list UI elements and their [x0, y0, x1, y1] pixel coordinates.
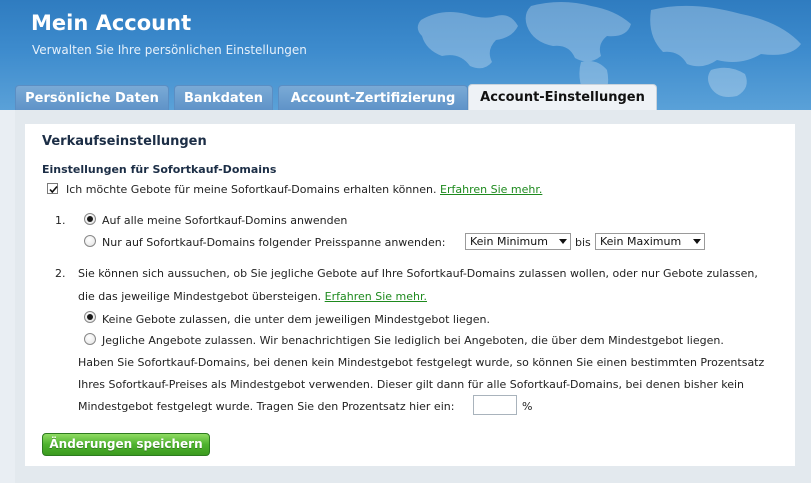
price-range-label: Nur auf Sofortkauf-Domains folgender Pre… [102, 236, 446, 249]
percentage-input[interactable] [473, 395, 517, 415]
option-2-description-line2: die das jeweilige Mindestgebot übersteig… [78, 290, 427, 303]
percent-sign: % [522, 400, 533, 413]
tab-account-zertifizierung[interactable]: Account-Zertifizierung [278, 85, 468, 110]
tab-account-einstellungen[interactable]: Account-Einstellungen [468, 84, 657, 111]
learn-more-link-1[interactable]: Erfahren Sie mehr. [440, 183, 542, 196]
receive-offers-checkbox[interactable] [47, 183, 58, 194]
checkmark-icon [49, 185, 58, 194]
section-title: Verkaufseinstellungen [42, 134, 207, 149]
page-title: Mein Account [31, 11, 192, 35]
tab-persoenliche-daten[interactable]: Persönliche Daten [15, 85, 169, 110]
allow-all-offers-label: Jegliche Angebote zulassen. Wir benachri… [102, 334, 724, 347]
receive-offers-label: Ich möchte Gebote für meine Sofortkauf-D… [66, 183, 437, 196]
percentage-help-line1: Haben Sie Sofortkauf-Domains, bei denen … [78, 356, 765, 369]
range-separator: bis [575, 236, 591, 249]
learn-more-link-2[interactable]: Erfahren Sie mehr. [325, 290, 427, 303]
tab-bankdaten[interactable]: Bankdaten [174, 85, 273, 110]
chevron-down-icon [693, 239, 701, 244]
section-subtitle: Einstellungen für Sofortkauf-Domains [42, 163, 277, 176]
page-subtitle: Verwalten Sie Ihre persönlichen Einstell… [32, 43, 307, 57]
min-price-select[interactable]: Kein Minimum [465, 233, 571, 250]
price-range-radio[interactable] [84, 235, 96, 247]
apply-all-radio[interactable] [84, 213, 96, 225]
apply-all-label: Auf alle meine Sofortkauf-Domins anwende… [102, 214, 348, 227]
no-bids-below-minimum-label: Keine Gebote zulassen, die unter dem jew… [102, 313, 491, 326]
receive-offers-row: Ich möchte Gebote für meine Sofortkauf-D… [66, 183, 542, 196]
allow-all-offers-radio[interactable] [84, 333, 96, 345]
min-price-value: Kein Minimum [470, 235, 548, 248]
percentage-help-line2: Ihres Sofortkauf-Preises als Mindestgebo… [78, 378, 745, 391]
no-bids-below-minimum-radio[interactable] [84, 311, 96, 323]
percentage-help-line3: Mindestgebot festgelegt wurde. Tragen Si… [78, 400, 455, 413]
save-changes-button[interactable]: Änderungen speichern [42, 433, 210, 456]
max-price-select[interactable]: Kein Maximum [595, 233, 705, 250]
max-price-value: Kein Maximum [600, 235, 682, 248]
option-2-description-text: die das jeweilige Mindestgebot übersteig… [78, 290, 322, 303]
option-1-number: 1. [55, 214, 66, 227]
chevron-down-icon [559, 239, 567, 244]
option-2-number: 2. [55, 267, 66, 280]
option-2-description-line1: Sie können sich aussuchen, ob Sie jeglic… [78, 267, 758, 280]
